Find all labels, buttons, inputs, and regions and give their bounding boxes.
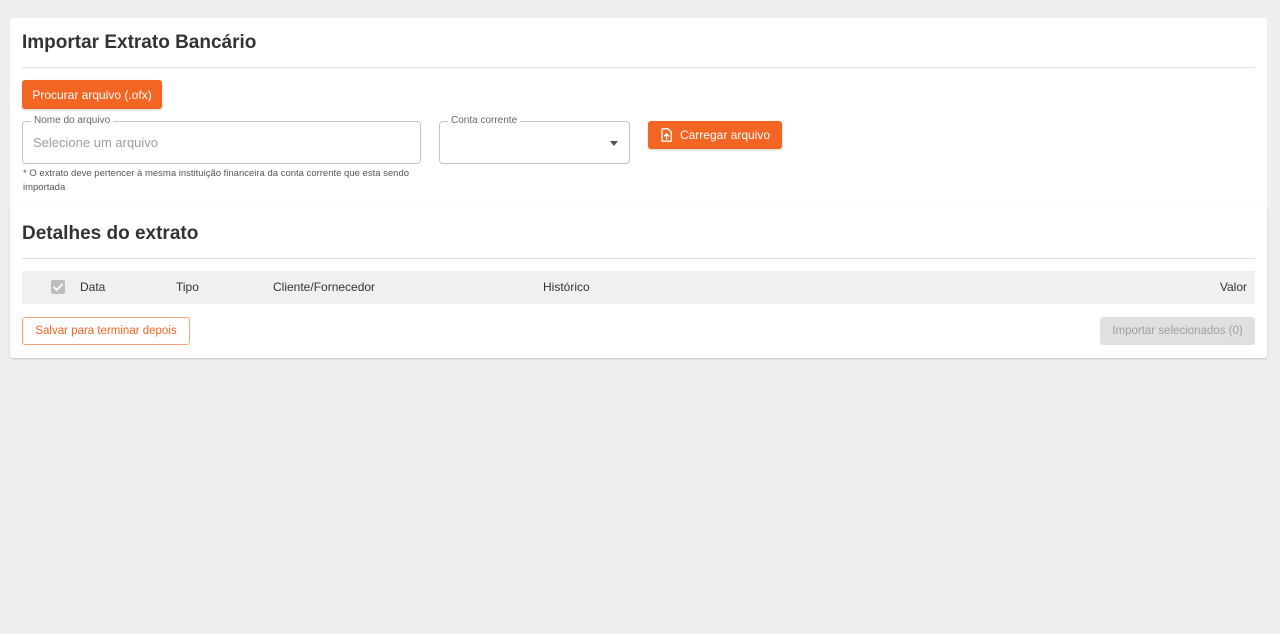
file-helper-text: * O extrato deve pertencer à mesma insti… bbox=[23, 168, 410, 193]
import-section-title: Importar Extrato Bancário bbox=[22, 32, 257, 53]
statement-table-header: Data Tipo Cliente/Fornecedor Histórico V… bbox=[22, 271, 1255, 304]
caret-down-icon bbox=[610, 141, 618, 146]
column-header-cliente-fornecedor[interactable]: Cliente/Fornecedor bbox=[273, 271, 375, 304]
file-name-field[interactable]: Nome do arquivo bbox=[22, 115, 421, 164]
column-header-data[interactable]: Data bbox=[80, 271, 105, 304]
details-section-title: Detalhes do extrato bbox=[22, 223, 199, 244]
details-title-divider bbox=[22, 258, 1255, 259]
file-upload-icon bbox=[661, 128, 672, 142]
browse-file-button[interactable]: Procurar arquivo (.ofx) bbox=[22, 80, 162, 109]
column-header-historico[interactable]: Histórico bbox=[543, 271, 590, 304]
column-header-valor[interactable]: Valor bbox=[1220, 271, 1247, 304]
account-select[interactable]: Conta corrente bbox=[439, 115, 630, 164]
upload-file-button[interactable]: Carregar arquivo bbox=[648, 121, 782, 149]
import-selected-button[interactable]: Importar selecionados (0) bbox=[1100, 317, 1255, 345]
import-title-divider bbox=[22, 67, 1255, 68]
select-all-checkbox[interactable] bbox=[51, 280, 65, 294]
check-icon bbox=[53, 283, 63, 291]
account-select-label: Conta corrente bbox=[448, 115, 521, 127]
column-header-tipo[interactable]: Tipo bbox=[176, 271, 199, 304]
save-for-later-button[interactable]: Salvar para terminar depois bbox=[22, 317, 190, 345]
file-name-input[interactable] bbox=[23, 122, 420, 163]
upload-file-label: Carregar arquivo bbox=[679, 128, 771, 142]
statement-details-card: Detalhes do extrato Data Tipo Cliente/Fo… bbox=[10, 208, 1267, 358]
